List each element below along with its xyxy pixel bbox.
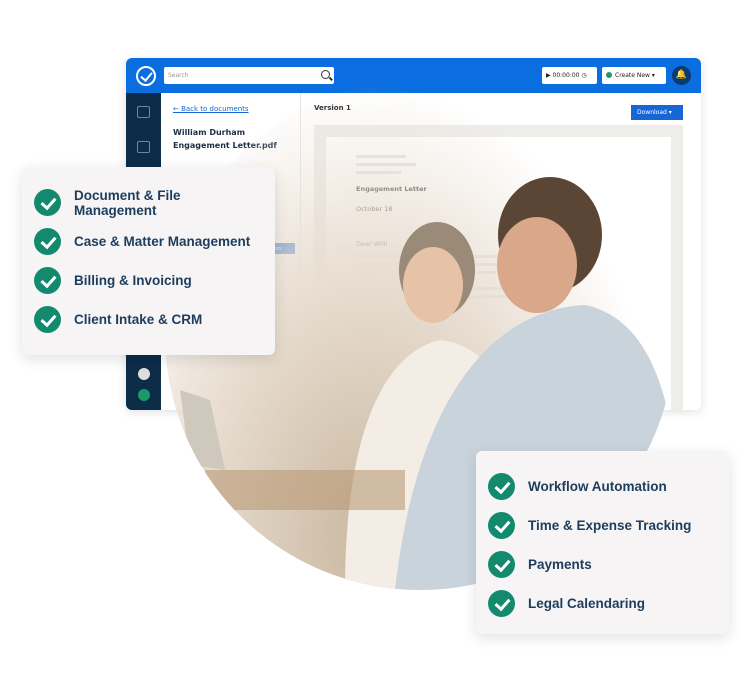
plus-icon	[606, 72, 612, 78]
letter-date: October 18	[356, 205, 393, 213]
status-dot-grey	[138, 368, 150, 380]
check-icon	[34, 306, 61, 333]
feature-item: Time & Expense Tracking	[488, 506, 717, 545]
feature-item: Case & Matter Management	[34, 222, 263, 261]
document-viewer: Version 1 Download ▾ Engagement Letter O…	[302, 93, 701, 410]
check-icon	[34, 189, 61, 216]
check-icon	[488, 512, 515, 539]
logo-check-icon	[136, 66, 156, 86]
check-icon	[488, 473, 515, 500]
feature-item: Billing & Invoicing	[34, 261, 263, 300]
timer-button[interactable]: ▶ 00:00:00 ◷	[542, 67, 597, 84]
feature-item: Client Intake & CRM	[34, 300, 263, 339]
feature-item: Payments	[488, 545, 717, 584]
check-icon	[34, 267, 61, 294]
feature-item: Legal Calendaring	[488, 584, 717, 623]
feature-card-left: Document & File Management Case & Matter…	[22, 167, 275, 355]
search-input[interactable]: Search	[164, 67, 334, 84]
create-new-label: Create New ▾	[615, 72, 655, 79]
feature-label: Case & Matter Management	[74, 234, 251, 249]
version-title: Version 1	[314, 104, 351, 112]
file-name: William Durham Engagement Letter.pdf	[173, 128, 277, 150]
create-new-button[interactable]: Create New ▾	[602, 67, 666, 84]
bell-icon[interactable]: 🔔	[672, 66, 691, 85]
feature-label: Payments	[528, 557, 592, 572]
status-dot-green	[138, 389, 150, 401]
check-icon	[488, 551, 515, 578]
feature-card-right: Workflow Automation Time & Expense Track…	[476, 451, 729, 634]
desk	[205, 470, 405, 510]
download-button[interactable]: Download ▾	[631, 105, 683, 120]
feature-label: Workflow Automation	[528, 479, 667, 494]
feature-item: Document & File Management	[34, 183, 263, 222]
check-icon	[488, 590, 515, 617]
feature-item: Workflow Automation	[488, 467, 717, 506]
feature-label: Billing & Invoicing	[74, 273, 192, 288]
feature-label: Client Intake & CRM	[74, 312, 203, 327]
home-icon[interactable]	[137, 106, 150, 118]
search-placeholder: Search	[168, 72, 189, 79]
check-icon	[34, 228, 61, 255]
back-to-documents-link[interactable]: ← Back to documents	[173, 105, 249, 113]
letter-greeting: Dear Willi	[356, 240, 388, 248]
feature-label: Time & Expense Tracking	[528, 518, 692, 533]
feature-label: Legal Calendaring	[528, 596, 646, 611]
feature-label: Document & File Management	[74, 187, 181, 218]
pdf-page: Engagement Letter October 18 Dear Willi	[326, 137, 671, 410]
letter-title: Engagement Letter	[356, 185, 427, 193]
pdf-viewer: Engagement Letter October 18 Dear Willi	[314, 125, 683, 410]
calendar-icon[interactable]	[137, 141, 150, 153]
top-bar: Search ▶ 00:00:00 ◷ Create New ▾ 🔔	[126, 58, 701, 93]
search-icon[interactable]	[321, 70, 330, 79]
